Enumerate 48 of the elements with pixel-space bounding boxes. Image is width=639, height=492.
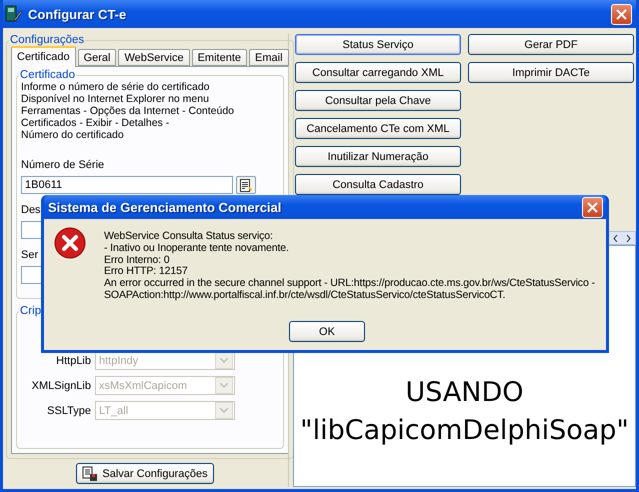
- save-icon: [82, 466, 98, 482]
- tab[interactable]: Email: [249, 49, 289, 66]
- serial-number-field[interactable]: 1B0611: [21, 176, 233, 194]
- group-title: Configurações: [9, 34, 86, 46]
- action-button[interactable]: Gerar PDF: [468, 34, 634, 55]
- instruction-text: Ferramentas - Opções da Internet - Conteúdo: [21, 105, 236, 117]
- instruction-text: Informe o número de série do certificado: [21, 81, 211, 93]
- action-button[interactable]: Status Serviço: [295, 34, 461, 55]
- action-button[interactable]: Consultar pela Chave: [295, 90, 461, 111]
- tab[interactable]: Geral: [78, 49, 116, 66]
- action-button[interactable]: Consultar carregando XML: [295, 62, 461, 83]
- error-message: - Inativo ou Inoperante tente novamente.: [104, 242, 290, 255]
- instruction-text: Certificados - Exibir - Detalhes -: [21, 117, 170, 129]
- close-button[interactable]: [582, 196, 603, 218]
- close-button[interactable]: [611, 4, 632, 24]
- error-icon: [54, 227, 86, 259]
- app-icon: [5, 5, 23, 23]
- field-label: SSLType: [46, 404, 91, 416]
- action-button[interactable]: Consulta Cadastro: [295, 174, 461, 195]
- field-label: Número de Série: [21, 159, 104, 172]
- document-icon: [240, 178, 252, 192]
- instruction-text: Disponível no Internet Explorer no menu: [21, 93, 210, 105]
- error-message: Erro Interno: 0: [104, 254, 170, 266]
- group-title: Certificado: [19, 69, 76, 81]
- tab-scroll-arrows[interactable]: [608, 231, 636, 245]
- action-button[interactable]: Imprimir DACTe: [468, 62, 634, 83]
- field-label: XMLSignLib: [30, 380, 91, 392]
- field-label: Des: [21, 204, 41, 217]
- close-icon: [616, 8, 627, 20]
- action-button[interactable]: Inutilizar Numeração: [295, 146, 461, 167]
- ok-button[interactable]: OK: [289, 321, 365, 342]
- group-title: Crip: [19, 305, 42, 317]
- dialog-title: Sistema de Gerenciamento Comercial: [48, 200, 282, 214]
- memo-text: USANDO: [405, 376, 524, 410]
- certificate-picker-button[interactable]: [236, 176, 256, 194]
- error-message: Erro HTTP: 12157: [104, 266, 189, 278]
- tab[interactable]: Certificado: [11, 46, 76, 67]
- window-title: Configurar CT-e: [28, 6, 128, 22]
- error-message: WebService Consulta Status serviço:: [104, 231, 274, 243]
- instruction-text: Número do certificado: [21, 129, 125, 141]
- save-button[interactable]: Salvar Configurações: [76, 463, 214, 484]
- memo-text: "libCapicomDelphiSoap": [300, 414, 629, 448]
- field-label: Ser: [21, 249, 38, 262]
- close-icon: [587, 202, 598, 212]
- tab[interactable]: WebService: [118, 49, 190, 66]
- field-label: HttpLib: [55, 354, 91, 366]
- action-button[interactable]: Cancelamento CTe com XML: [295, 118, 461, 139]
- tab[interactable]: Emitente: [192, 49, 248, 66]
